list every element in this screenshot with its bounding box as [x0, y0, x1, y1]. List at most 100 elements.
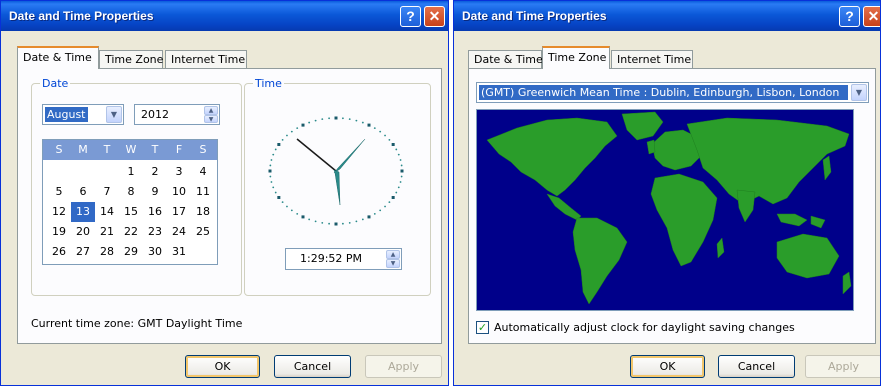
close-icon[interactable]: ✕: [863, 6, 880, 27]
tab-time-zone[interactable]: Time Zone: [542, 46, 610, 69]
cancel-button[interactable]: Cancel: [274, 355, 351, 378]
spin-down-icon[interactable]: ▼: [386, 259, 400, 268]
calendar-day[interactable]: 3: [167, 162, 191, 182]
clock-tick: [281, 201, 284, 204]
help-icon[interactable]: ?: [839, 6, 860, 27]
calendar-day[interactable]: 4: [191, 162, 215, 182]
year-spinner[interactable]: 2012 ▲ ▼: [134, 104, 220, 125]
calendar-day[interactable]: 15: [119, 202, 143, 222]
weekday-label: S: [199, 143, 207, 156]
calendar-day[interactable]: 8: [119, 182, 143, 202]
apply-button[interactable]: Apply: [365, 355, 442, 378]
clock-tick: [399, 181, 402, 183]
tab-time-zone[interactable]: Time Zone: [99, 50, 163, 68]
spin-up-icon[interactable]: ▲: [204, 106, 218, 115]
calendar-day[interactable]: 6: [71, 182, 95, 202]
calendar-day[interactable]: 11: [191, 182, 215, 202]
clock-tick: [314, 220, 317, 223]
time-spinner[interactable]: 1:29:52 PM ▲ ▼: [285, 248, 402, 270]
weekday-label: M: [78, 143, 88, 156]
calendar-day[interactable]: 31: [167, 242, 191, 262]
clock-tick: [277, 196, 281, 199]
clock-tick: [399, 159, 402, 161]
tab-internet-time[interactable]: Internet Time: [165, 50, 247, 68]
help-icon[interactable]: ?: [400, 6, 421, 27]
clock-tick: [395, 191, 398, 194]
chevron-down-icon[interactable]: ▼: [106, 106, 122, 123]
calendar-day[interactable]: 28: [95, 242, 119, 262]
calendar-day[interactable]: 26: [47, 242, 71, 262]
calendar-day[interactable]: 14: [95, 202, 119, 222]
timezone-dropdown[interactable]: (GMT) Greenwich Mean Time : Dublin, Edin…: [476, 82, 869, 103]
tab-internet-time[interactable]: Internet Time: [611, 50, 693, 68]
calendar-day[interactable]: 23: [143, 222, 167, 242]
clock-tick: [296, 127, 299, 130]
clock-tick: [269, 164, 272, 167]
calendar-day[interactable]: 25: [191, 222, 215, 242]
tab-panel: (GMT) Greenwich Mean Time : Dublin, Edin…: [468, 68, 876, 344]
calendar-day[interactable]: 21: [95, 222, 119, 242]
calendar-day[interactable]: 13: [71, 202, 95, 222]
spin-buttons: ▲ ▼: [386, 250, 400, 268]
clock-tick: [321, 221, 324, 224]
tab-date-time[interactable]: Date & Time: [468, 50, 543, 68]
title-bar[interactable]: Date and Time Properties ? ✕: [454, 1, 880, 31]
month-dropdown[interactable]: August ▼: [42, 104, 124, 125]
calendar-day[interactable]: 7: [95, 182, 119, 202]
timezone-value: (GMT) Greenwich Mean Time : Dublin, Edin…: [479, 85, 848, 100]
calendar-day[interactable]: 10: [167, 182, 191, 202]
calendar-day[interactable]: 18: [191, 202, 215, 222]
calendar-day[interactable]: 22: [119, 222, 143, 242]
second-hand: [296, 138, 337, 172]
calendar-day[interactable]: 27: [71, 242, 95, 262]
clock-tick: [334, 116, 338, 120]
date-group: Date August ▼ 2012 ▲ ▼ SMTWTFS 123456789…: [31, 77, 242, 296]
calendar-day[interactable]: 9: [143, 182, 167, 202]
tab-date-time[interactable]: Date & Time: [17, 46, 99, 69]
cancel-button[interactable]: Cancel: [718, 355, 795, 378]
spin-buttons: ▲ ▼: [204, 106, 218, 123]
title-bar[interactable]: Date and Time Properties ? ✕: [1, 1, 448, 31]
calendar-day[interactable]: 19: [47, 222, 71, 242]
calendar-day[interactable]: 30: [143, 242, 167, 262]
clock-tick: [328, 222, 331, 225]
ok-button[interactable]: OK: [630, 355, 705, 378]
month-calendar[interactable]: SMTWTFS 1 2 3 4 5 6 7 8 9 10 11 12 13 14 15 16 17 18 19 20 2…: [42, 139, 218, 265]
world-map-graphic: [486, 111, 852, 305]
apply-button[interactable]: Apply: [805, 355, 880, 378]
clock-tick: [272, 186, 275, 189]
dst-checkbox[interactable]: ✓: [476, 321, 489, 334]
weekday-label: W: [125, 143, 137, 156]
calendar-day[interactable]: 20: [71, 222, 95, 242]
checkmark-icon: ✓: [477, 321, 488, 334]
clock-tick: [308, 121, 311, 124]
current-time-zone: Current time zone: GMT Daylight Time: [31, 317, 243, 330]
calendar-day[interactable]: 24: [167, 222, 191, 242]
close-icon[interactable]: ✕: [424, 6, 445, 27]
calendar-day[interactable]: 5: [47, 182, 71, 202]
clock-tick: [286, 205, 288, 208]
clock-tick: [314, 119, 317, 122]
spin-up-icon[interactable]: ▲: [386, 250, 400, 259]
ok-button[interactable]: OK: [185, 355, 260, 378]
calendar-day[interactable]: 16: [143, 202, 167, 222]
clock-tick: [361, 218, 364, 221]
clock-tick: [379, 209, 382, 212]
clock-tick: [348, 221, 351, 224]
calendar-day[interactable]: 17: [167, 202, 191, 222]
clock-tick: [328, 117, 331, 120]
clock-tick: [391, 196, 395, 199]
calendar-day[interactable]: 12: [47, 202, 71, 222]
calendar-day[interactable]: 29: [119, 242, 143, 262]
chevron-down-icon[interactable]: ▼: [851, 84, 867, 101]
clock-tick: [379, 130, 382, 133]
spin-down-icon[interactable]: ▼: [204, 114, 218, 123]
clock-tick: [269, 175, 272, 178]
world-map: [476, 109, 854, 311]
calendar-day[interactable]: 2: [143, 162, 167, 182]
clock-tick: [268, 169, 272, 173]
time-group: Time 1:29:52 PM ▲ ▼: [244, 77, 431, 296]
calendar-day[interactable]: 1: [119, 162, 143, 182]
month-value: August: [45, 107, 88, 122]
clock-tick: [341, 117, 344, 120]
